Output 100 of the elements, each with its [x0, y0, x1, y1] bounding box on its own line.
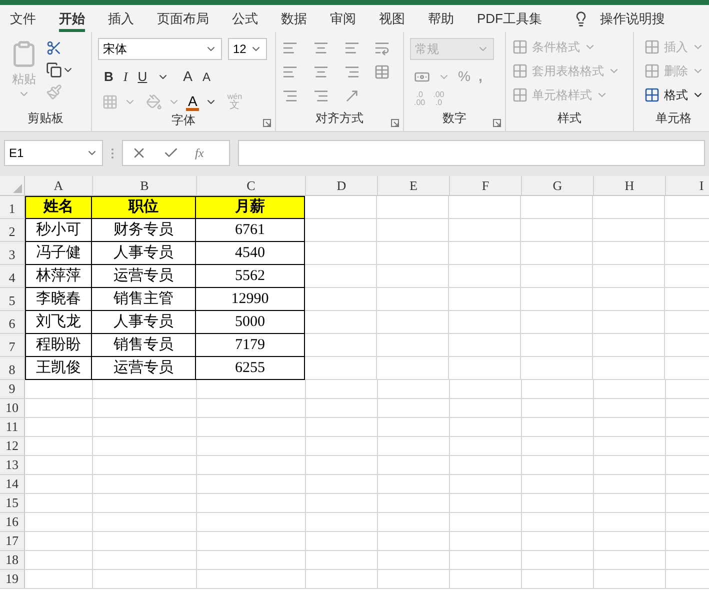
ribbon-tab[interactable]: 插入	[108, 5, 134, 32]
row-header[interactable]: 6	[0, 311, 25, 333]
row-header[interactable]: 7	[0, 334, 25, 356]
row-header[interactable]: 4	[0, 265, 25, 287]
row-header[interactable]: 5	[0, 288, 25, 310]
table-cell: 人事专员	[92, 311, 196, 334]
shrink-font-button[interactable]: A	[202, 68, 210, 86]
table-cell: 林萍萍	[25, 265, 92, 288]
table-cell: 5562	[196, 265, 305, 288]
table-cell: 运营专员	[92, 357, 196, 380]
column-header[interactable]: F	[450, 176, 522, 195]
insert-function-button[interactable]: fx	[195, 144, 204, 162]
scissors-icon[interactable]	[46, 40, 62, 56]
column-header[interactable]: D	[306, 176, 378, 195]
font-color-button[interactable]: A	[186, 94, 200, 110]
table-cell: 销售专员	[92, 334, 196, 357]
group-label: 字体	[172, 112, 196, 129]
row-header[interactable]: 13	[0, 456, 25, 474]
ribbon-tab[interactable]: 数据	[281, 5, 307, 32]
row-header[interactable]: 8	[0, 357, 25, 379]
grip-dots-icon	[111, 148, 114, 158]
table-cell: 4540	[196, 242, 305, 265]
group-label: 剪贴板	[28, 110, 64, 127]
cells-menu-button[interactable]: 格式	[644, 86, 707, 104]
ribbon-tab[interactable]: 页面布局	[157, 5, 209, 32]
grow-font-button[interactable]: A	[183, 66, 192, 87]
font-size-field[interactable]: 12	[228, 38, 267, 60]
row-header[interactable]: 10	[0, 399, 25, 417]
table-cell: 李晓春	[25, 288, 92, 311]
row-header[interactable]: 17	[0, 532, 25, 550]
ribbon-tab[interactable]: 视图	[379, 5, 405, 32]
wrap-text-icon[interactable]	[374, 40, 390, 56]
group-label: 单元格	[656, 110, 692, 127]
ribbon-tab[interactable]: 帮助	[428, 5, 454, 32]
table-cell: 7179	[196, 334, 305, 357]
dialog-launcher-icon[interactable]	[263, 119, 271, 127]
italic-button[interactable]: I	[123, 66, 128, 86]
group-label: 样式	[558, 110, 582, 127]
underline-button[interactable]: U	[138, 66, 148, 86]
cells-grid-icon	[644, 63, 660, 79]
group-label: 数字	[442, 110, 466, 127]
merge-cells-icon[interactable]	[374, 64, 390, 80]
column-header[interactable]: C	[197, 176, 306, 195]
copy-icon[interactable]	[46, 62, 62, 78]
table-cell: 王凯俊	[25, 357, 92, 380]
ribbon-tab[interactable]: 审阅	[330, 5, 356, 32]
name-box[interactable]: E1	[4, 140, 103, 166]
table-cell: 人事专员	[92, 242, 196, 265]
align-left-icon[interactable]	[282, 64, 298, 80]
row-header[interactable]: 11	[0, 418, 25, 436]
row-header[interactable]: 12	[0, 437, 25, 455]
cells-grid-icon	[644, 87, 660, 103]
dialog-launcher-icon[interactable]	[391, 119, 399, 127]
table-cell: 秒小可	[25, 219, 92, 242]
ribbon-tab[interactable]: 文件	[10, 5, 36, 32]
row-header[interactable]: 14	[0, 475, 25, 493]
bold-button[interactable]: B	[104, 66, 114, 86]
fill-bucket-icon[interactable]	[146, 94, 162, 110]
align-center-icon[interactable]	[312, 64, 329, 80]
row-header[interactable]: 15	[0, 494, 25, 512]
column-header[interactable]: A	[25, 176, 93, 195]
table-cell: 姓名	[25, 196, 92, 219]
align-right-icon[interactable]	[344, 64, 360, 80]
row-header[interactable]: 3	[0, 242, 25, 264]
column-header[interactable]: E	[378, 176, 450, 195]
row-header[interactable]: 1	[0, 196, 25, 218]
column-header[interactable]: B	[93, 176, 197, 195]
table-cell: 刘飞龙	[25, 311, 92, 334]
font-name-field[interactable]: 宋体	[98, 38, 222, 60]
table-cell: 销售主管	[92, 288, 196, 311]
column-header[interactable]: I	[666, 176, 709, 195]
table-cell: 冯子健	[25, 242, 92, 265]
table-style-icon	[512, 39, 528, 55]
table-cell: 财务专员	[92, 219, 196, 242]
table-cell: 职位	[92, 196, 196, 219]
table-cell: 运营专员	[92, 265, 196, 288]
column-header[interactable]: H	[594, 176, 666, 195]
formula-input-field[interactable]	[238, 140, 705, 166]
row-header[interactable]: 2	[0, 219, 25, 241]
dialog-launcher-icon[interactable]	[493, 119, 501, 127]
ribbon-tab[interactable]: PDF工具集	[477, 5, 542, 32]
row-header[interactable]: 18	[0, 551, 25, 569]
row-header[interactable]: 16	[0, 513, 25, 531]
column-header[interactable]: G	[522, 176, 594, 195]
paintbrush-icon[interactable]	[46, 84, 62, 100]
group-label: 对齐方式	[316, 110, 364, 127]
select-all-triangle-icon[interactable]	[13, 184, 22, 193]
row-header[interactable]: 9	[0, 380, 25, 398]
table-cell: 6761	[196, 219, 305, 242]
table-style-icon	[512, 87, 528, 103]
orientation-icon[interactable]	[344, 88, 360, 104]
table-cell: 月薪	[196, 196, 305, 219]
cells-grid-icon	[644, 39, 660, 55]
ribbon-tab[interactable]: 公式	[232, 5, 258, 32]
row-header[interactable]: 19	[0, 570, 25, 588]
borders-icon[interactable]	[102, 94, 118, 110]
tell-me-search[interactable]: 操作说明搜	[600, 8, 665, 28]
table-cell: 12990	[196, 288, 305, 311]
table-cell: 程盼盼	[25, 334, 92, 357]
table-style-icon	[512, 63, 528, 79]
